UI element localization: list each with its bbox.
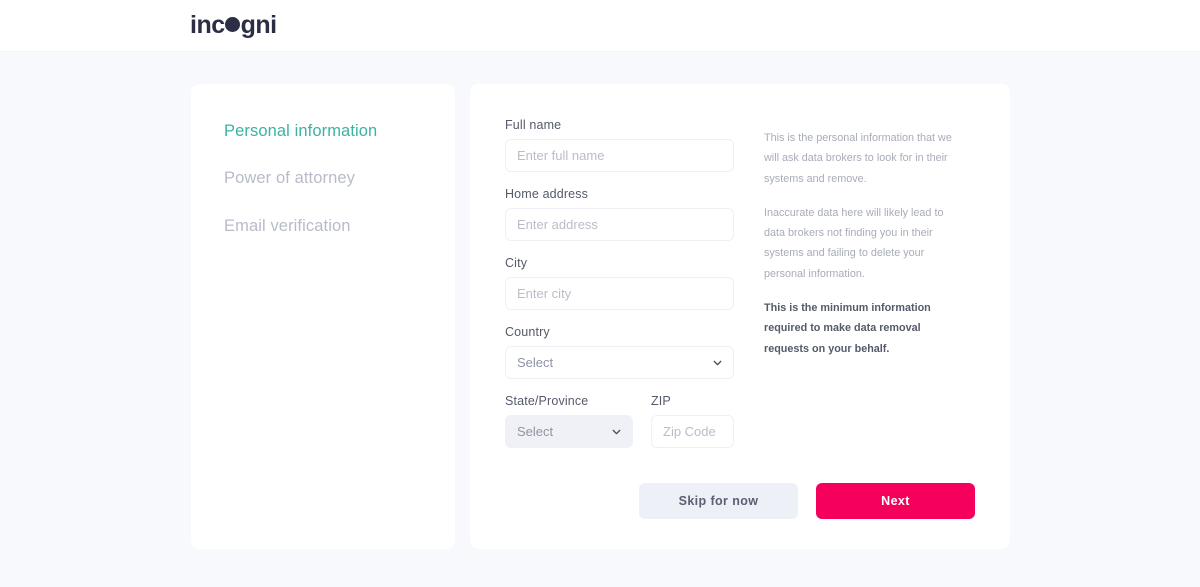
field-zip: ZIP <box>651 394 734 448</box>
field-state-province: State/Province Select <box>505 394 633 448</box>
form-info-column: This is the personal information that we… <box>764 118 964 463</box>
cards-container: Personal information Power of attorney E… <box>191 84 1010 549</box>
field-full-name: Full name <box>505 118 734 172</box>
sidebar-item-label: Power of attorney <box>224 169 356 188</box>
skip-for-now-button[interactable]: Skip for now <box>639 483 798 519</box>
logo-o-dot-icon <box>225 17 241 32</box>
sidebar-item-power-of-attorney[interactable]: Power of attorney <box>224 168 455 189</box>
field-city: City <box>505 256 734 310</box>
next-button[interactable]: Next <box>816 483 975 519</box>
form-fields-column: Full name Home address City Country <box>505 118 734 463</box>
zip-label: ZIP <box>651 394 671 408</box>
field-home-address: Home address <box>505 187 734 241</box>
city-input[interactable] <box>505 277 734 310</box>
info-paragraph-1: This is the personal information that we… <box>764 132 952 185</box>
page-content: Personal information Power of attorney E… <box>0 52 1200 549</box>
field-state-zip-row: State/Province Select ZIP Zip Code <box>505 394 734 448</box>
full-name-input[interactable] <box>505 139 734 172</box>
state-province-select[interactable]: Select <box>505 415 633 448</box>
field-country: Country Select <box>505 325 734 379</box>
incogni-logo[interactable]: inc gni <box>190 13 277 38</box>
state-province-label: State/Province <box>505 394 589 408</box>
city-label: City <box>505 256 528 270</box>
sidebar-item-label: Email verification <box>224 216 351 235</box>
home-address-label: Home address <box>505 187 589 201</box>
logo-text-before: inc <box>190 11 225 39</box>
form-body: Full name Home address City Country <box>505 118 975 463</box>
info-paragraph-2: Inaccurate data here will likely lead to… <box>764 206 944 280</box>
onboarding-steps-card: Personal information Power of attorney E… <box>191 84 455 549</box>
home-address-input[interactable] <box>505 208 734 241</box>
zip-input[interactable] <box>651 415 734 448</box>
form-actions: Skip for now Next <box>505 463 975 519</box>
country-select-wrap: Select <box>505 346 734 379</box>
logo-text-after: gni <box>240 11 278 39</box>
personal-information-form-card: Full name Home address City Country <box>470 84 1010 549</box>
state-select-wrap: Select <box>505 415 633 448</box>
info-paragraph-3: This is the minimum information required… <box>764 302 931 355</box>
sidebar-item-label: Personal information <box>224 122 378 140</box>
full-name-label: Full name <box>505 118 562 132</box>
app-header: inc gni <box>0 0 1200 52</box>
sidebar-item-email-verification[interactable]: Email verification <box>224 216 455 237</box>
country-label: Country <box>505 325 550 339</box>
sidebar-item-personal-information[interactable]: Personal information <box>224 121 455 142</box>
country-select[interactable]: Select <box>505 346 734 379</box>
